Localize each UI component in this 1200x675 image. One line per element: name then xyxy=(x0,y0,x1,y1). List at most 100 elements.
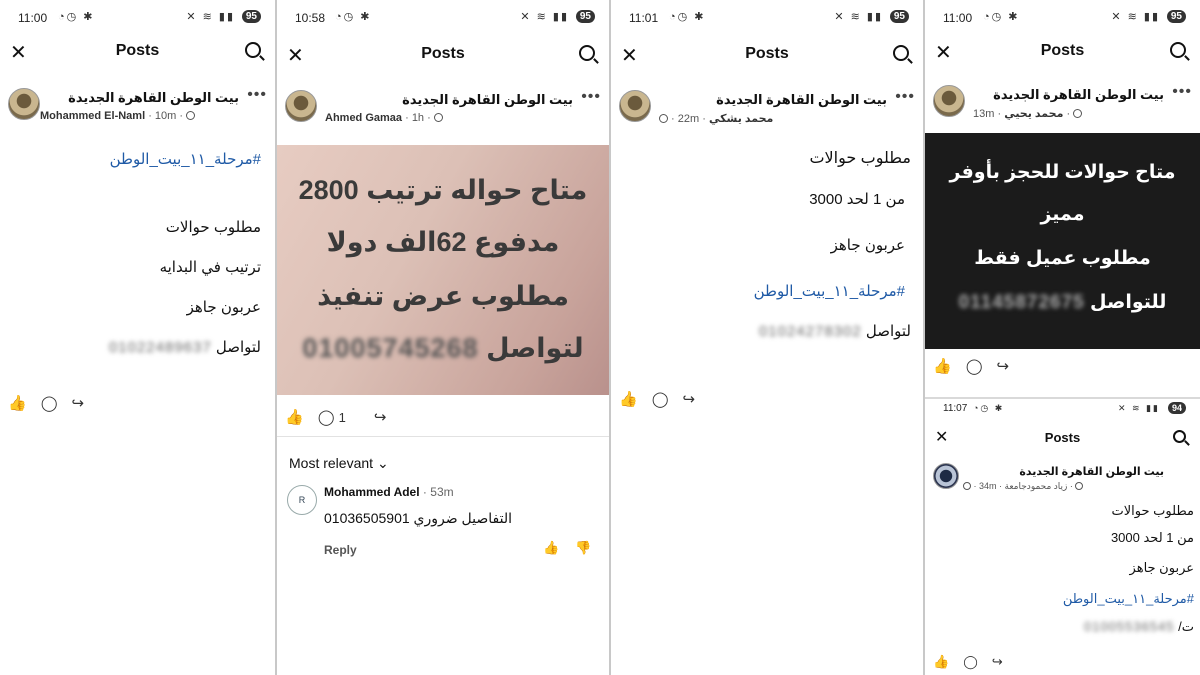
commenter-avatar[interactable]: R xyxy=(287,485,317,515)
post-time: 34m xyxy=(979,481,997,491)
post-meta: Ahmed Gamaa · 1h · xyxy=(325,112,443,124)
author-name[interactable]: محمد يشكي xyxy=(709,113,773,125)
globe-icon xyxy=(186,111,196,120)
app-bar: ✕ Posts xyxy=(277,35,609,75)
group-name[interactable]: بيت الوطن القاهرة الجديدة xyxy=(993,87,1164,103)
page-title: Posts xyxy=(115,42,160,59)
group-name[interactable]: بيت الوطن القاهرة الجديدة xyxy=(716,92,887,108)
hashtag-link[interactable]: #مرحلة_١١_بيت_الوطن xyxy=(110,150,261,168)
post-text-line: عربون جاهز xyxy=(1129,560,1194,575)
commenter-name[interactable]: Mohammed Adel xyxy=(324,485,420,499)
chevron-down-icon: ⌄ xyxy=(376,455,389,471)
contact-label: لتواصل xyxy=(486,333,584,363)
comment-text: التفاصيل ضروري 01036505901 xyxy=(324,510,512,526)
author-name[interactable]: زياد محمودجامعة xyxy=(1005,481,1068,491)
image-text-line: للتواصل 01145872675 xyxy=(925,291,1200,314)
post-image[interactable]: متاح حوالات للحجز بأوفر مميز مطلوب عميل … xyxy=(925,133,1200,349)
comment-meta: Mohammed Adel · 53m xyxy=(324,485,454,499)
post-actions: 👍 ◯ ↪ xyxy=(619,390,709,412)
hashtag-link[interactable]: #مرحلة_١١_بيت_الوطن xyxy=(1063,591,1194,607)
app-bar: ✕ Posts xyxy=(925,423,1200,453)
battery-badge: 95 xyxy=(241,10,261,23)
group-avatar[interactable] xyxy=(285,90,317,122)
group-avatar[interactable] xyxy=(8,88,40,120)
hashtag-link[interactable]: #مرحلة_١١_بيت_الوطن xyxy=(754,282,905,300)
post-image[interactable]: متاح حواله ترتيب 2800 مدفوع 62الف دولا م… xyxy=(277,145,609,395)
group-name[interactable]: بيت الوطن القاهرة الجديدة xyxy=(1019,465,1164,478)
image-text-line: مدفوع 62الف دولا xyxy=(326,227,560,257)
like-icon[interactable]: 👍 xyxy=(8,394,27,412)
comment-icon[interactable]: ◯ xyxy=(41,394,58,412)
page-title: Posts xyxy=(1040,42,1085,59)
comment-like-icon[interactable]: 👍 xyxy=(543,540,559,556)
author-name[interactable]: Mohammed El-Naml xyxy=(40,110,145,122)
post-text-line: عربون جاهز xyxy=(830,237,905,254)
signal-icons: ✕ ≋ ▮▮ xyxy=(186,11,235,23)
share-icon[interactable]: ↪ xyxy=(71,394,84,412)
search-icon[interactable] xyxy=(1170,42,1186,58)
page-title: Posts xyxy=(745,45,789,62)
comment-icon[interactable]: ◯ xyxy=(652,390,669,408)
like-icon[interactable]: 👍 xyxy=(933,357,952,375)
sort-label: Most relevant xyxy=(289,455,374,471)
battery-badge: 94 xyxy=(1167,402,1186,414)
group-name[interactable]: بيت الوطن القاهرة الجديدة xyxy=(402,92,573,108)
post-header: بيت الوطن القاهرة الجديدة Ahmed Gamaa · … xyxy=(285,88,601,134)
globe-icon xyxy=(1075,482,1084,490)
search-icon[interactable] xyxy=(245,42,261,58)
like-icon[interactable]: 👍 xyxy=(285,408,304,426)
group-name[interactable]: بيت الوطن القاهرة الجديدة xyxy=(68,90,239,106)
notification-icons: ◔◷ ✱ xyxy=(973,403,1005,413)
more-options-icon[interactable]: ••• xyxy=(895,88,915,106)
status-bar: 11:07 ◔◷ ✱ ✕ ≋ ▮▮ 94 xyxy=(925,399,1200,419)
share-icon[interactable]: ↪ xyxy=(992,654,1003,670)
share-icon[interactable]: ↪ xyxy=(682,390,695,408)
screenshot-panel-2: 10:58 ◔◷ ✱ ✕ ≋ ▮▮ 95 ✕ Posts بيت الوطن ا… xyxy=(277,0,609,675)
group-avatar[interactable] xyxy=(619,90,651,122)
author-name[interactable]: Ahmed Gamaa xyxy=(325,112,402,124)
more-options-icon[interactable]: ••• xyxy=(247,86,267,104)
battery-badge: 95 xyxy=(1166,10,1186,23)
share-icon[interactable]: ↪ xyxy=(996,357,1009,375)
status-bar: 11:01 ◔◷ ✱ ✕ ≋ ▮▮ 95 xyxy=(611,0,923,30)
comment-icon[interactable]: ◯ xyxy=(963,654,978,670)
blurred-phone: 01022489637 xyxy=(108,339,212,356)
post-meta: · 22m · محمد يشكي xyxy=(659,112,773,125)
comment-icon[interactable]: ◯ xyxy=(966,357,983,375)
contact-label: للتواصل xyxy=(1090,292,1167,313)
post-actions: 👍 ◯ 1 ↪ xyxy=(285,408,400,430)
group-avatar[interactable] xyxy=(933,463,959,489)
search-icon[interactable] xyxy=(1173,430,1186,443)
sort-comments-dropdown[interactable]: Most relevant ⌄ xyxy=(289,455,389,472)
signal-icons: ✕ ≋ ▮▮ xyxy=(1111,11,1160,23)
screenshot-panel-3: 11:01 ◔◷ ✱ ✕ ≋ ▮▮ 95 ✕ Posts بيت الوطن ا… xyxy=(611,0,923,675)
search-icon[interactable] xyxy=(579,45,595,61)
comment-icon[interactable]: ◯ 1 xyxy=(318,408,360,426)
more-options-icon[interactable]: ••• xyxy=(581,88,601,106)
like-icon[interactable]: 👍 xyxy=(619,390,638,408)
comment-count: 1 xyxy=(338,410,346,425)
more-options-icon[interactable]: ••• xyxy=(1172,83,1192,101)
search-icon[interactable] xyxy=(893,45,909,61)
reply-button[interactable]: Reply xyxy=(324,543,357,557)
status-bar: 11:00 ◔◷ ✱ ✕ ≋ ▮▮ 95 xyxy=(925,0,1200,30)
signal-icons: ✕ ≋ ▮▮ xyxy=(834,11,883,23)
comment-time: 53m xyxy=(430,485,454,499)
author-name[interactable]: محمد يحيي xyxy=(1004,108,1063,120)
post-header: بيت الوطن القاهرة الجديدة · 22m · محمد ي… xyxy=(619,88,915,134)
status-bar: 10:58 ◔◷ ✱ ✕ ≋ ▮▮ 95 xyxy=(277,0,609,30)
post-text-line: من 1 لحد 3000 xyxy=(1110,530,1194,545)
like-icon[interactable]: 👍 xyxy=(933,654,949,670)
status-bar: 11:00 ◔◷ ✱ ✕ ≋ ▮▮ 95 xyxy=(0,0,275,30)
post-header: بيت الوطن القاهرة الجديدة Mohammed El-Na… xyxy=(8,86,267,132)
post-text-line: ترتيب في البدايه xyxy=(159,259,261,276)
comment-dislike-icon[interactable]: 👎 xyxy=(575,540,591,556)
page-title: Posts xyxy=(421,45,465,62)
post-meta: 13m · محمد يحيي · xyxy=(973,107,1083,120)
image-text-line: متاح حواله ترتيب 2800 xyxy=(298,175,588,205)
group-avatar[interactable] xyxy=(933,85,965,117)
status-time: 11:01 xyxy=(629,11,659,25)
share-icon[interactable]: ↪ xyxy=(374,408,387,426)
screenshot-panel-1: 11:00 ◔◷ ✱ ✕ ≋ ▮▮ 95 ✕ Posts بيت الوطن ا… xyxy=(0,0,275,675)
status-time: 10:58 xyxy=(295,11,326,25)
